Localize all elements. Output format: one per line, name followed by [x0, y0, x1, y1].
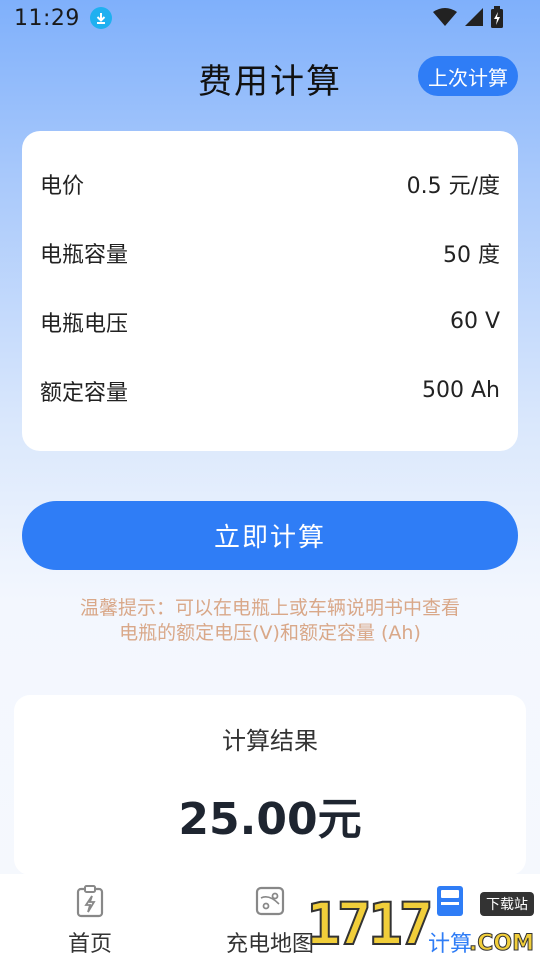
- result-card: 计算结果 25.00元: [14, 695, 526, 875]
- param-label: 电价: [40, 173, 85, 199]
- param-row-electricity-price[interactable]: 电价 0.5 元/度: [40, 149, 500, 218]
- result-value: 25.00元: [178, 794, 362, 845]
- result-label: 计算结果: [222, 727, 318, 755]
- param-label: 电瓶容量: [40, 242, 129, 268]
- battery-icon: [490, 6, 504, 32]
- param-value[interactable]: 500 Ah: [422, 378, 500, 403]
- calculate-button[interactable]: 立即计算: [22, 501, 518, 570]
- watermark-number: 1717: [305, 889, 435, 959]
- param-row-rated-capacity[interactable]: 额定容量 500 Ah: [40, 356, 500, 425]
- tab-label: 首页: [67, 932, 112, 957]
- status-time: 11:29: [14, 5, 80, 31]
- tip-line-2: 电瓶的额定电压(V)和额定容量 (Ah): [119, 622, 421, 644]
- param-row-battery-capacity[interactable]: 电瓶容量 50 度: [40, 218, 500, 287]
- wifi-icon: [432, 7, 458, 31]
- watermark-suffix: .COM: [468, 931, 534, 957]
- param-value[interactable]: 60 V: [450, 309, 500, 334]
- param-label: 电瓶电压: [40, 311, 129, 337]
- last-calc-button[interactable]: 上次计算: [418, 56, 518, 96]
- param-value[interactable]: 0.5 元/度: [407, 168, 500, 200]
- map-icon: [255, 884, 285, 918]
- watermark-logo: 1717 下载站 .COM: [305, 888, 536, 959]
- clipboard-bolt-icon: [75, 884, 105, 918]
- param-label: 额定容量: [40, 380, 129, 406]
- status-bar: 11:29: [0, 0, 540, 36]
- download-icon: [89, 7, 112, 29]
- param-value[interactable]: 50 度: [443, 237, 500, 269]
- tip-text: 温馨提示：可以在电瓶上或车辆说明书中查看 电瓶的额定电压(V)和额定容量 (Ah…: [0, 596, 540, 646]
- param-row-battery-voltage[interactable]: 电瓶电压 60 V: [40, 287, 500, 356]
- watermark-tag: 下载站: [480, 892, 534, 916]
- signal-icon: [464, 7, 484, 31]
- params-card: 电价 0.5 元/度 电瓶容量 50 度 电瓶电压 60 V 额定容量 500 …: [22, 131, 518, 451]
- tab-home[interactable]: 首页: [0, 874, 180, 960]
- tab-label: 充电地图: [225, 932, 314, 957]
- tip-line-1: 温馨提示：可以在电瓶上或车辆说明书中查看: [79, 597, 460, 619]
- header: 费用计算 上次计算: [0, 50, 540, 104]
